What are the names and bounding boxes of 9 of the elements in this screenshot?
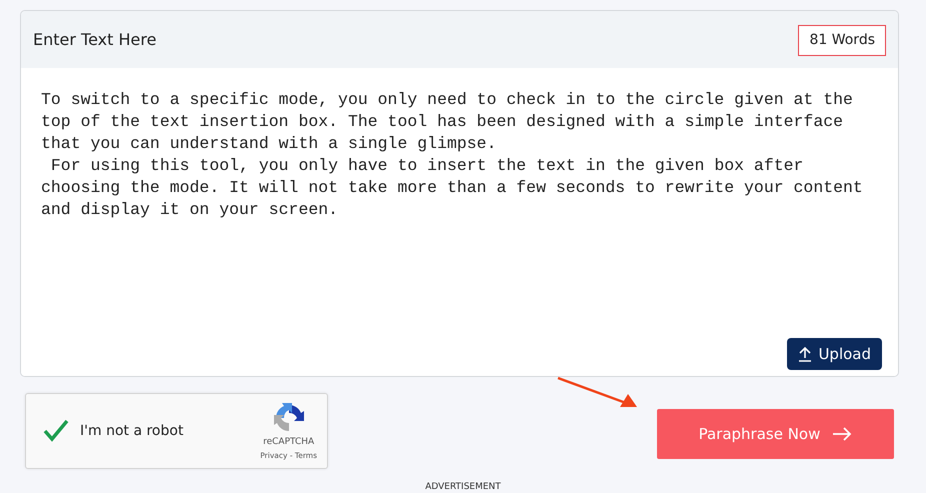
captcha-label: I'm not a robot bbox=[80, 422, 184, 440]
word-count: 81 Words bbox=[798, 25, 886, 56]
upload-button[interactable]: Upload bbox=[787, 338, 882, 370]
advertisement-label: ADVERTISEMENT bbox=[424, 482, 502, 492]
recaptcha-logo-icon bbox=[272, 402, 305, 434]
upload-icon bbox=[798, 346, 812, 362]
arrow-right-icon bbox=[832, 427, 852, 441]
editor-title: Enter Text Here bbox=[33, 28, 156, 50]
captcha-brand: reCAPTCHA bbox=[263, 436, 314, 449]
